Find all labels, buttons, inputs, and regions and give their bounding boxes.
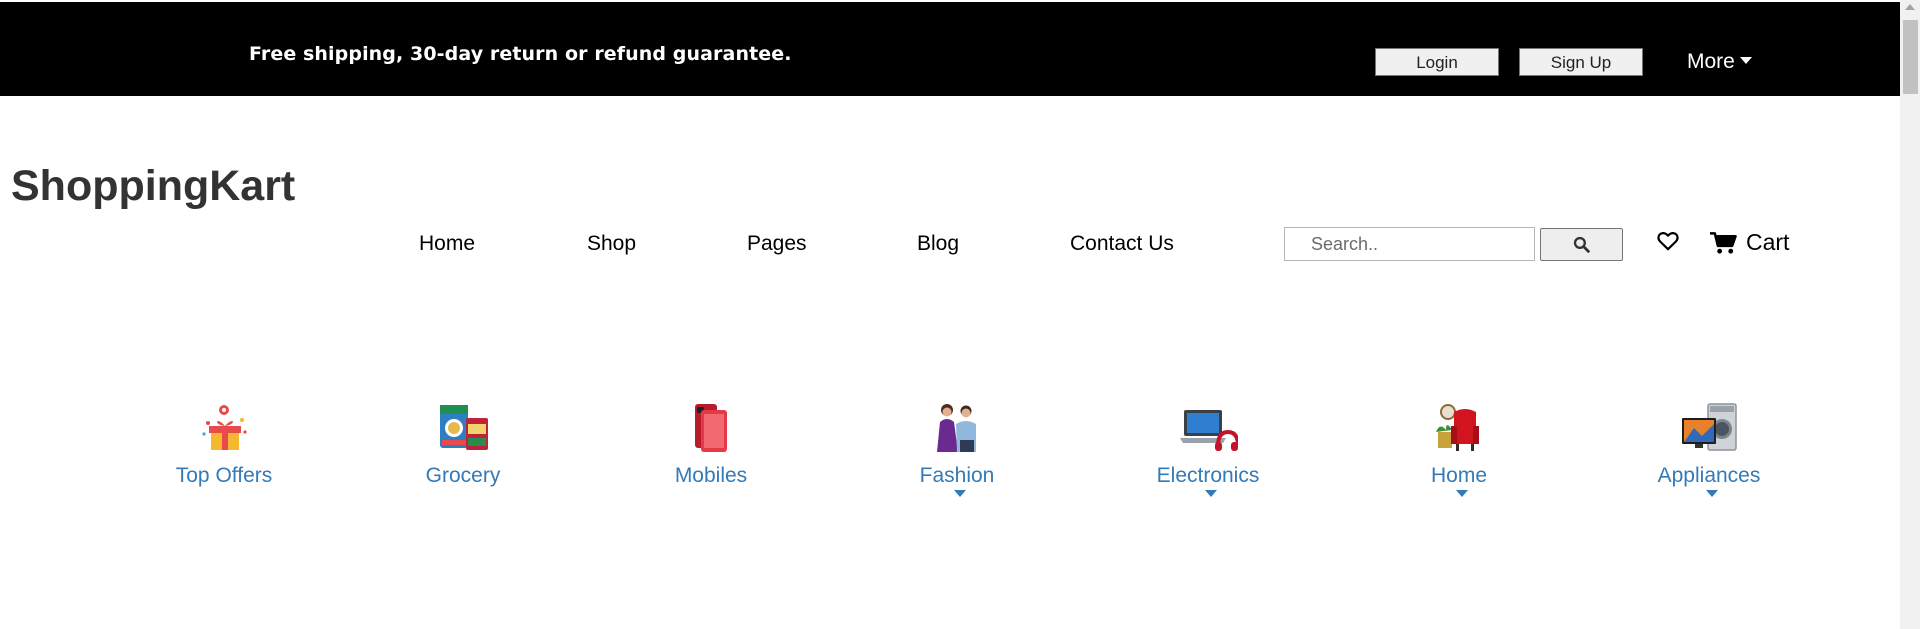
scrollbar-thumb[interactable]: [1903, 20, 1918, 94]
category-label: Home: [1430, 464, 1488, 487]
category-label: Electronics: [1156, 464, 1260, 487]
category-grocery[interactable]: Grocery: [363, 398, 563, 488]
caret-down-icon: [1456, 490, 1468, 497]
category-mobiles[interactable]: Mobiles: [611, 398, 811, 488]
category-electronics[interactable]: Electronics: [1108, 398, 1308, 506]
brand-logo[interactable]: ShoppingKart: [11, 162, 295, 211]
fashion-icon: [937, 404, 976, 452]
signup-button[interactable]: Sign Up: [1519, 48, 1643, 76]
grocery-icon: [440, 405, 488, 450]
category-home[interactable]: Home: [1359, 398, 1559, 506]
category-label: Appliances: [1657, 464, 1761, 487]
mobile-phone-icon: [695, 404, 727, 452]
appliances-icon: [1682, 403, 1737, 451]
search-input[interactable]: [1284, 227, 1535, 261]
nav-shop[interactable]: Shop: [587, 232, 636, 256]
caret-down-icon: [954, 490, 966, 497]
nav-pages[interactable]: Pages: [747, 232, 807, 256]
cart-link[interactable]: Cart: [1710, 229, 1789, 256]
caret-down-icon: [1205, 490, 1217, 497]
more-menu[interactable]: More: [1687, 50, 1752, 74]
top-bar: Free shipping, 30-day return or refund g…: [0, 2, 1900, 96]
nav-contact-us[interactable]: Contact Us: [1070, 232, 1174, 256]
laptop-icon: [1180, 410, 1238, 451]
heart-icon: [1657, 232, 1679, 251]
category-label: Top Offers: [175, 464, 273, 487]
category-appliances[interactable]: Appliances: [1609, 398, 1809, 506]
category-top-offers[interactable]: Top Offers: [124, 398, 324, 488]
search-button[interactable]: [1540, 228, 1623, 261]
category-label: Fashion: [919, 464, 995, 487]
more-label: More: [1687, 50, 1735, 73]
nav-blog[interactable]: Blog: [917, 232, 959, 256]
home-furniture-icon: [1436, 404, 1479, 451]
shopping-cart-icon: [1710, 231, 1737, 254]
wishlist-button[interactable]: [1657, 231, 1679, 256]
login-button[interactable]: Login: [1375, 48, 1499, 76]
gift-icon: [202, 405, 247, 450]
category-label: Mobiles: [674, 464, 748, 487]
cart-label: Cart: [1746, 229, 1790, 255]
caret-down-icon: [1739, 57, 1752, 64]
nav-home[interactable]: Home: [419, 232, 475, 256]
scroll-up-arrow-icon[interactable]: [1905, 4, 1915, 10]
vertical-scrollbar[interactable]: [1900, 0, 1920, 629]
category-label: Grocery: [425, 464, 501, 487]
search-icon: [1573, 236, 1590, 253]
category-fashion[interactable]: Fashion: [857, 398, 1057, 506]
caret-down-icon: [1706, 490, 1718, 497]
promo-text: Free shipping, 30-day return or refund g…: [249, 43, 792, 65]
